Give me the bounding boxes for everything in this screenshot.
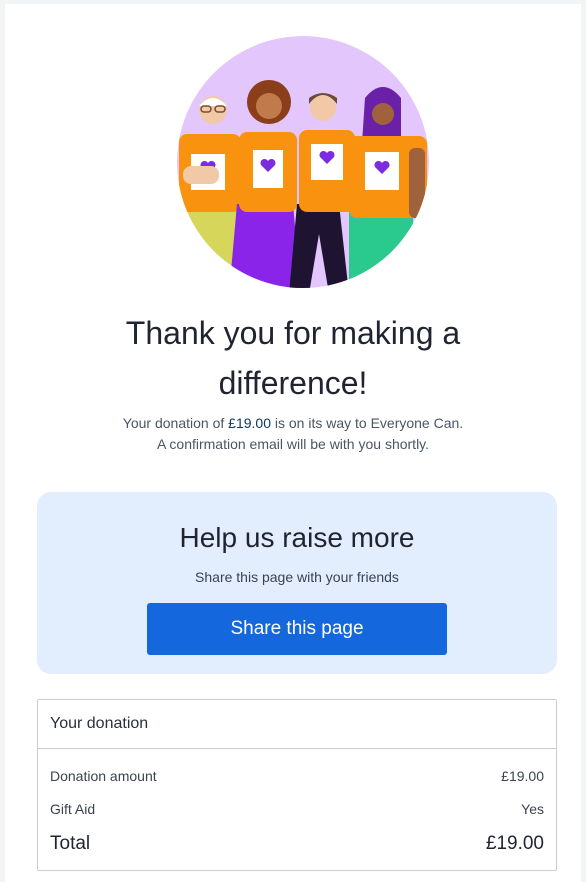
confirmation-page: Thank you for making a difference! Your … xyxy=(5,4,581,882)
summary-total-row: Total £19.00 xyxy=(50,833,544,855)
page-title: Thank you for making a difference! xyxy=(5,308,581,408)
volunteers-illustration xyxy=(177,36,429,288)
message-amount: £19.00 xyxy=(228,415,271,431)
row-label: Gift Aid xyxy=(50,801,96,817)
share-page-button[interactable]: Share this page xyxy=(147,603,447,655)
total-value: £19.00 xyxy=(485,833,544,854)
donation-message: Your donation of £19.00 is on its way to… xyxy=(5,413,581,455)
summary-row: Gift Aid Yes xyxy=(50,801,544,817)
row-value: Yes xyxy=(521,801,544,817)
confirmation-note: A confirmation email will be with you sh… xyxy=(156,436,430,452)
total-label: Total xyxy=(50,833,91,854)
donation-summary: Your donation Donation amount £19.00 Gif… xyxy=(37,699,557,871)
title-line-1: Thank you for making a xyxy=(125,315,461,351)
message-prefix: Your donation of xyxy=(122,415,229,431)
share-title: Help us raise more xyxy=(179,522,415,553)
share-panel: Help us raise more Share this page with … xyxy=(37,492,557,674)
share-subtitle: Share this page with your friends xyxy=(195,569,399,585)
row-value: £19.00 xyxy=(501,768,544,784)
summary-title: Your donation xyxy=(38,700,556,749)
title-line-2: difference! xyxy=(218,365,368,401)
summary-row: Donation amount £19.00 xyxy=(50,768,544,784)
row-label: Donation amount xyxy=(50,768,157,784)
message-suffix: is on its way to Everyone Can. xyxy=(270,415,464,431)
